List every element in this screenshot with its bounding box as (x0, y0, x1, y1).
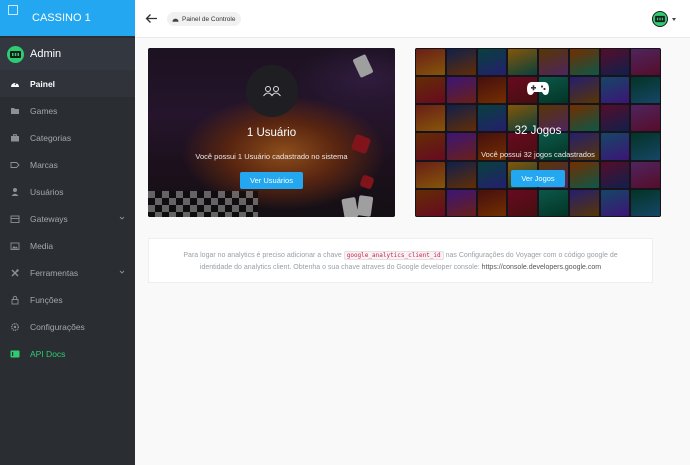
chevron-down-icon[interactable] (119, 269, 125, 275)
back-arrow-icon[interactable] (145, 13, 158, 24)
admin-avatar-icon (7, 45, 24, 63)
sidebar-item-label: Games (30, 105, 58, 116)
sidebar-item-label: Usuários (30, 186, 64, 197)
chevron-down-icon[interactable] (119, 215, 125, 221)
folder-icon (10, 106, 20, 116)
games-card-title: 32 Jogos (514, 125, 562, 137)
users-card-body: 1 Usuário Você possui 1 Usuário cadastra… (148, 48, 395, 217)
sidebar-item-label: Marcas (30, 159, 58, 170)
users-card-title: 1 Usuário (246, 127, 297, 139)
notice-text-before: Para logar no analytics é preciso adicio… (183, 252, 342, 259)
google-console-link[interactable]: https://console.developers.google.com (482, 264, 601, 271)
sidebar-item-label: Funções (30, 294, 63, 305)
sidebar-item-label: Ferramentas (30, 267, 79, 278)
person-icon (10, 187, 20, 197)
briefcase-icon (10, 133, 20, 143)
analytics-notice: Para logar no analytics é preciso adicio… (148, 238, 653, 283)
users-card: 1 Usuário Você possui 1 Usuário cadastra… (148, 48, 395, 217)
sidebar-item-painel[interactable]: Painel (0, 70, 135, 97)
sidebar-item-configuracoes[interactable]: Configurações (0, 313, 135, 340)
sidebar: CASSINO 1 Admin Painel Games Categorias … (0, 0, 135, 465)
gear-icon (10, 322, 20, 332)
avatar-logo-icon (655, 15, 665, 23)
api-docs-icon (10, 349, 20, 359)
sidebar-item-usuarios[interactable]: Usuários (0, 178, 135, 205)
image-icon (10, 241, 20, 251)
sidebar-item-label: Painel (30, 78, 56, 89)
sidebar-item-categorias[interactable]: Categorias (0, 124, 135, 151)
sidebar-item-media[interactable]: Media (0, 232, 135, 259)
brand-title: CASSINO 1 (32, 12, 91, 24)
lock-icon (10, 295, 20, 305)
view-users-button[interactable]: Ver Usuários (240, 172, 303, 189)
sidebar-item-label: Media (30, 240, 54, 251)
sidebar-item-label: Configurações (30, 321, 85, 332)
brand-header[interactable]: CASSINO 1 (0, 0, 135, 36)
view-games-button[interactable]: Ver Jogos (511, 170, 565, 187)
gamepad-icon (526, 78, 550, 98)
sidebar-item-label: Categorias (30, 132, 72, 143)
games-card-description: Você possui 32 jogos cadastrados (481, 150, 595, 159)
dashboard-icon (172, 18, 179, 22)
sidebar-item-marcas[interactable]: Marcas (0, 151, 135, 178)
top-navbar: Painel de Controle (135, 0, 690, 38)
tag-icon (10, 160, 20, 170)
sidebar-item-gateways[interactable]: Gateways (0, 205, 135, 232)
sidebar-item-funcoes[interactable]: Funções (0, 286, 135, 313)
breadcrumb[interactable]: Painel de Controle (167, 12, 242, 26)
games-card: 32 Jogos Você possui 32 jogos cadastrado… (415, 48, 661, 217)
user-avatar[interactable] (652, 11, 668, 27)
sidebar-item-api-docs[interactable]: API Docs (0, 340, 135, 367)
sidebar-item-ferramentas[interactable]: Ferramentas (0, 259, 135, 286)
users-card-description: Você possui 1 Usuário cadastrado no sist… (195, 152, 348, 161)
breadcrumb-label: Painel de Controle (182, 15, 236, 23)
sidebar-item-games[interactable]: Games (0, 97, 135, 124)
caret-down-icon[interactable] (672, 18, 676, 21)
admin-profile[interactable]: Admin (0, 38, 135, 70)
users-icon (245, 65, 298, 117)
boxes-icon (10, 214, 20, 224)
admin-name: Admin (30, 48, 62, 60)
sidebar-item-label: API Docs (30, 348, 66, 359)
tools-icon (10, 268, 20, 278)
dashboard-icon (10, 79, 20, 89)
brand-logo-icon (8, 5, 18, 15)
games-card-body: 32 Jogos Você possui 32 jogos cadastrado… (415, 48, 661, 217)
sidebar-nav: Painel Games Categorias Marcas Usuários … (0, 70, 135, 367)
analytics-key-code: google_analytics_client_id (343, 251, 444, 260)
sidebar-item-label: Gateways (30, 213, 68, 224)
